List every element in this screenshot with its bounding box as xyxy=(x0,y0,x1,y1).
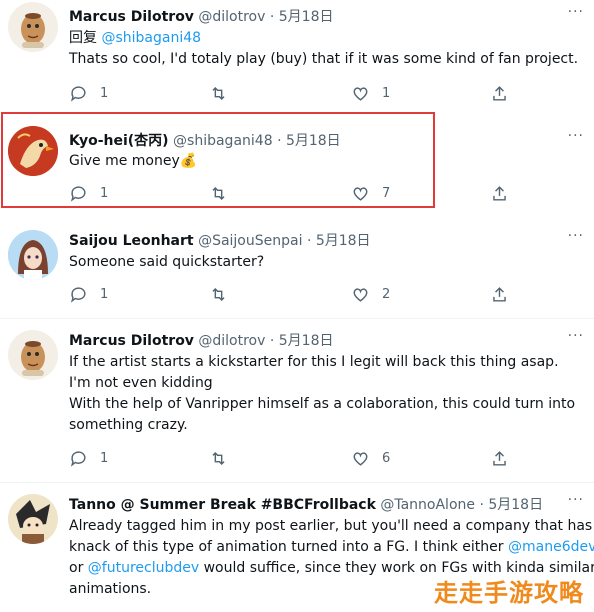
reply-icon xyxy=(70,86,86,102)
reply-button[interactable]: 1 xyxy=(69,449,108,468)
reply-button[interactable]: 1 xyxy=(69,285,108,304)
share-icon xyxy=(493,451,506,466)
reply-button[interactable]: 1 xyxy=(69,84,108,103)
avatar[interactable] xyxy=(8,494,58,544)
more-icon[interactable]: ··· xyxy=(568,128,584,144)
like-icon xyxy=(353,87,368,101)
author-handle[interactable]: @SaijouSenpai xyxy=(198,233,302,249)
reply-icon xyxy=(70,451,86,467)
tweet-line: With the help of Vanripper himself as a … xyxy=(69,396,576,412)
retweet-icon xyxy=(212,451,225,466)
share-icon xyxy=(493,86,506,101)
tweet-line: I'm not even kidding xyxy=(69,375,213,391)
tweet-text: If the artist starts a kickstarter for t… xyxy=(69,352,575,436)
more-icon[interactable]: ··· xyxy=(568,4,584,20)
tweet-line: Someone said quickstarter? xyxy=(69,254,265,270)
author-name[interactable]: Tanno @ Summer Break #BBCFrollback xyxy=(69,497,376,513)
tweet-line: Thats so cool, I'd totaly play (buy) tha… xyxy=(69,51,579,67)
tweet-line: knack of this type of animation turned i… xyxy=(69,539,508,555)
more-icon[interactable]: ··· xyxy=(568,228,584,244)
tweet-line: If the artist starts a kickstarter for t… xyxy=(69,354,559,370)
author-handle[interactable]: @TannoAlone xyxy=(380,497,475,513)
mention-link[interactable]: @shibagani48 xyxy=(101,30,201,46)
retweet-button[interactable] xyxy=(209,449,240,468)
watermark: 走走手游攻略 xyxy=(434,579,584,607)
tweet-date[interactable]: · 5月18日 xyxy=(307,233,371,249)
author-name[interactable]: Marcus Dilotrov xyxy=(69,9,194,25)
like-button[interactable]: 6 xyxy=(351,449,390,468)
like-button[interactable]: 1 xyxy=(351,84,390,103)
divider xyxy=(0,318,594,319)
avatar[interactable] xyxy=(8,230,58,280)
more-icon[interactable]: ··· xyxy=(568,328,584,344)
share-button[interactable] xyxy=(490,184,509,203)
divider xyxy=(0,482,594,483)
share-icon xyxy=(493,186,506,201)
avatar[interactable] xyxy=(8,330,58,380)
author-name[interactable]: Saijou Leonhart xyxy=(69,233,194,249)
mention-link[interactable]: @mane6dev xyxy=(508,539,594,555)
tweet-line: Already tagged him in my post earlier, b… xyxy=(69,518,594,534)
highlight-box xyxy=(1,112,435,208)
reply-prefix: 回复 xyxy=(69,30,102,46)
author-name[interactable]: Marcus Dilotrov xyxy=(69,333,194,349)
share-button[interactable] xyxy=(490,285,509,304)
author-handle[interactable]: @dilotrov xyxy=(198,333,265,349)
tweet-text: 回复 @shibagani48 Thats so cool, I'd total… xyxy=(69,28,578,70)
like-count: 1 xyxy=(382,86,391,101)
tweet-4[interactable]: Marcus Dilotrov @dilotrov · 5月18日 ··· If… xyxy=(0,322,594,482)
more-icon[interactable]: ··· xyxy=(568,492,584,508)
reply-icon xyxy=(70,287,86,303)
retweet-icon xyxy=(212,287,225,302)
share-button[interactable] xyxy=(490,84,509,103)
tweet-3[interactable]: Saijou Leonhart @SaijouSenpai · 5月18日 ··… xyxy=(0,220,594,320)
like-button[interactable]: 2 xyxy=(351,285,390,304)
tweet-line: something crazy. xyxy=(69,417,188,433)
retweet-button[interactable] xyxy=(209,285,240,304)
like-count: 6 xyxy=(382,451,391,466)
retweet-icon xyxy=(212,86,225,101)
tweet-date[interactable]: · 5月18日 xyxy=(270,333,334,349)
tweet-text: Someone said quickstarter? xyxy=(69,252,264,273)
like-count: 2 xyxy=(382,287,391,302)
share-button[interactable] xyxy=(490,449,509,468)
retweet-button[interactable] xyxy=(209,84,240,103)
like-icon xyxy=(353,452,368,466)
avatar[interactable] xyxy=(8,2,58,52)
reply-count: 1 xyxy=(100,451,109,466)
reply-count: 1 xyxy=(100,86,109,101)
tweet-date[interactable]: · 5月18日 xyxy=(270,9,334,25)
tweet-1[interactable]: Marcus Dilotrov @dilotrov · 5月18日 ··· 回复… xyxy=(0,0,594,110)
tweet-date[interactable]: · 5月18日 xyxy=(479,497,543,513)
reply-count: 1 xyxy=(100,287,109,302)
like-icon xyxy=(353,288,368,302)
tweet-line: or xyxy=(69,560,88,576)
mention-link[interactable]: @futureclubdev xyxy=(88,560,199,576)
share-icon xyxy=(493,287,506,302)
author-handle[interactable]: @dilotrov xyxy=(198,9,265,25)
